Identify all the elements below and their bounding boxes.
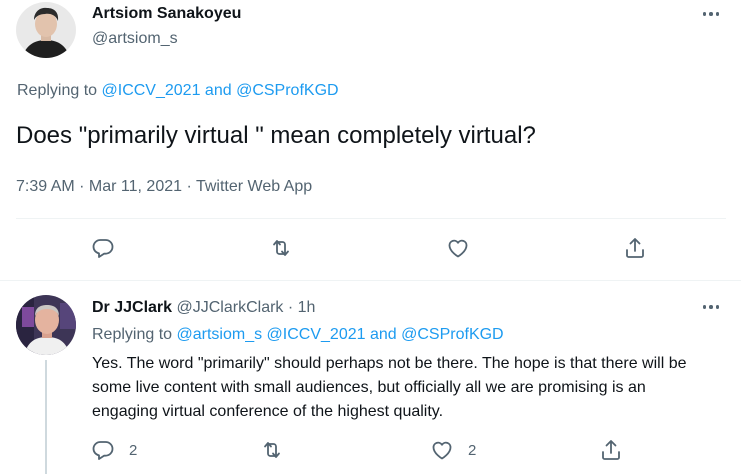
- retweet-icon: [273, 240, 289, 256]
- like-count: 2: [468, 441, 477, 459]
- like-button[interactable]: [446, 236, 470, 260]
- divider: [16, 218, 726, 219]
- author-handle[interactable]: @artsiom_s: [92, 30, 178, 48]
- reply-share-button[interactable]: [599, 438, 623, 462]
- replying-and: and: [204, 82, 232, 99]
- divider: [0, 280, 741, 281]
- more-icon: [701, 12, 721, 16]
- replying-to: Replying to @ICCV_2021 and @CSProfKGD: [17, 82, 339, 100]
- share-icon: [626, 238, 644, 258]
- share-button[interactable]: [623, 236, 647, 260]
- replying-prefix: Replying to: [17, 82, 98, 99]
- reply-retweet-button[interactable]: [260, 438, 284, 462]
- reply-replying-to: Replying to @artsiom_s @ICCV_2021 and @C…: [92, 326, 504, 344]
- retweet-icon: [264, 442, 280, 458]
- retweet-button[interactable]: [269, 236, 293, 260]
- author-avatar[interactable]: [16, 2, 76, 58]
- reply-more-options-button[interactable]: [700, 296, 722, 318]
- replying-prefix: Replying to: [92, 326, 173, 343]
- reply-button[interactable]: [91, 236, 115, 260]
- reply-time[interactable]: · 1h: [288, 299, 316, 316]
- mention-link[interactable]: @artsiom_s: [177, 326, 263, 343]
- mention-link[interactable]: @ICCV_2021: [102, 82, 201, 99]
- tweet-text: Does "primarily virtual " mean completel…: [16, 122, 536, 149]
- thread-line: [45, 360, 47, 474]
- reply-icon: [92, 239, 114, 258]
- more-icon: [701, 305, 721, 309]
- reply-author-avatar[interactable]: [16, 295, 76, 355]
- reply-icon: [92, 441, 114, 460]
- tweet-meta[interactable]: 7:39 AM · Mar 11, 2021 · Twitter Web App: [16, 178, 312, 196]
- replying-and: and: [369, 326, 397, 343]
- mention-link[interactable]: @CSProfKGD: [236, 82, 338, 99]
- mention-link[interactable]: @ICCV_2021: [267, 326, 366, 343]
- reply-author-handle[interactable]: @JJClarkClark: [177, 299, 284, 316]
- like-icon: [432, 441, 452, 460]
- share-icon: [602, 440, 620, 460]
- reply-like-button[interactable]: 2: [430, 438, 476, 462]
- reply-text: Yes. The word "primarily" should perhaps…: [92, 355, 687, 420]
- mention-link[interactable]: @CSProfKGD: [401, 326, 503, 343]
- author-name[interactable]: Artsiom Sanakoyeu: [92, 5, 241, 23]
- reply-author-name[interactable]: Dr JJClark: [92, 299, 172, 316]
- more-options-button[interactable]: [700, 3, 722, 25]
- reply-header: Dr JJClark @JJClarkClark · 1h: [92, 299, 315, 317]
- reply-count: 2: [129, 441, 138, 459]
- like-icon: [448, 239, 468, 258]
- reply-reply-button[interactable]: 2: [91, 438, 137, 462]
